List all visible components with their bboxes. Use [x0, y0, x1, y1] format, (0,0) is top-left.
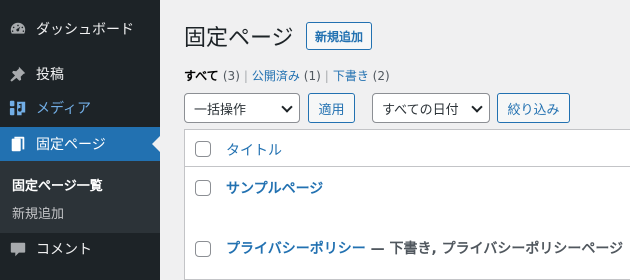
page-title-link[interactable]: サンプルページ: [226, 178, 323, 198]
pages-table: タイトル サンプルページ プライバシーポリシー — 下書き, プライバシーポリシ…: [184, 129, 630, 280]
table-header: タイトル: [185, 130, 630, 167]
chevron-down-icon: [281, 101, 293, 113]
date-filter-select[interactable]: すべての日付: [372, 93, 490, 123]
menu-item-pages[interactable]: 固定ページ: [0, 127, 160, 161]
add-new-button[interactable]: 新規追加: [306, 22, 373, 50]
row-checkbox[interactable]: [195, 241, 211, 257]
menu-item-media[interactable]: メディア: [0, 91, 160, 125]
apply-button[interactable]: 適用: [308, 93, 355, 123]
date-filter-value: すべての日付: [382, 102, 459, 118]
submenu-all-pages[interactable]: 固定ページ一覧: [12, 175, 103, 194]
pages-icon: [0, 135, 36, 153]
dashboard-icon: [0, 20, 36, 38]
menu-label-pages: 固定ページ: [36, 137, 106, 153]
page-title: 固定ページ: [184, 26, 294, 51]
submenu-add-new[interactable]: 新規追加: [12, 203, 64, 222]
filter-drafts[interactable]: 下書き (2): [333, 69, 390, 83]
filter-all[interactable]: すべて (3): [184, 69, 240, 83]
filter-published[interactable]: 公開済み (1): [252, 69, 321, 83]
menu-item-comments[interactable]: コメント: [0, 232, 160, 266]
bulk-action-select[interactable]: 一括操作: [184, 93, 300, 123]
select-all-checkbox[interactable]: [195, 141, 211, 157]
post-state: — 下書き, プライバシーポリシーページ: [365, 241, 624, 257]
status-filter-links: すべて (3) | 公開済み (1) | 下書き (2): [184, 69, 390, 83]
table-row: プライバシーポリシー — 下書き, プライバシーポリシーページ: [185, 226, 630, 280]
menu-label-dashboard: ダッシュボード: [36, 22, 134, 38]
menu-label-posts: 投稿: [36, 67, 64, 83]
comment-icon: [0, 240, 36, 258]
media-icon: [0, 99, 36, 117]
page-title-link[interactable]: プライバシーポリシー — 下書き, プライバシーポリシーページ: [226, 238, 623, 258]
menu-label-comments: コメント: [36, 242, 92, 258]
row-checkbox[interactable]: [195, 180, 211, 196]
table-row: サンプルページ: [185, 168, 630, 226]
chevron-down-icon: [471, 101, 483, 113]
main-content: 固定ページ 新規追加 すべて (3) | 公開済み (1) | 下書き (2) 一括操作…: [160, 0, 630, 280]
filter-button[interactable]: 絞り込み: [497, 93, 570, 123]
bulk-action-value: 一括操作: [194, 102, 247, 118]
menu-item-dashboard[interactable]: ダッシュボード: [0, 12, 160, 46]
pages-submenu: 固定ページ一覧 新規追加: [0, 161, 160, 233]
menu-item-posts[interactable]: 投稿: [0, 57, 160, 91]
admin-sidebar: ダッシュボード 投稿 メディア 固定ページ 固定ページ一覧 新規追加 コメント: [0, 0, 160, 280]
column-title-header[interactable]: タイトル: [226, 140, 282, 160]
menu-label-media: メディア: [36, 101, 92, 117]
pin-icon: [0, 65, 36, 83]
